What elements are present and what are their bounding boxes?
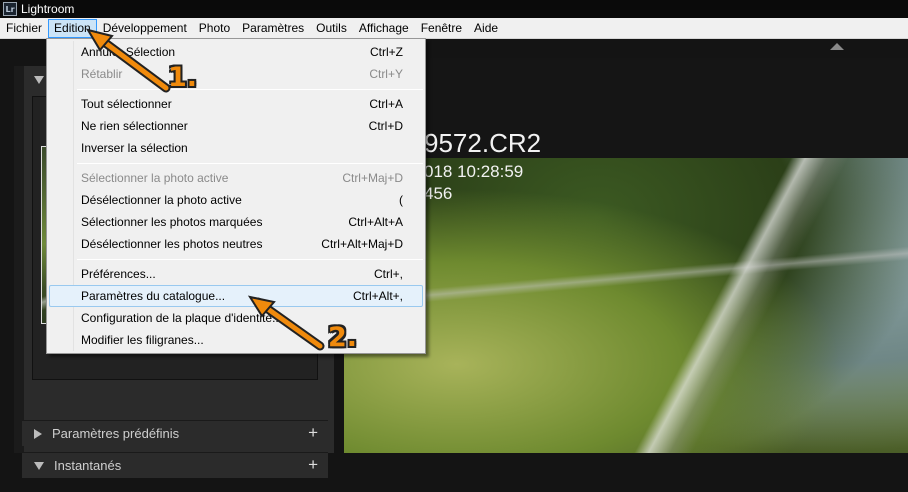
panel-presets-label: Paramètres prédéfinis [52, 426, 180, 441]
menu-item-label: Sélectionner la photo active [81, 171, 229, 185]
menu-item-shortcut: Ctrl+Alt+, [352, 289, 403, 303]
annotation-step-1-label: 1. [168, 62, 198, 93]
menu-item-label: Sélectionner les photos marquées [81, 215, 263, 229]
photo-filename: 9572.CR2 [424, 128, 542, 158]
menu-fenetre[interactable]: Fenêtre [415, 19, 468, 38]
menu-item-catalog-settings[interactable]: Paramètres du catalogue... Ctrl+Alt+, [49, 285, 423, 307]
photo-iso: 456 [424, 184, 453, 203]
menu-bar: Fichier Edition Développement Photo Para… [0, 18, 908, 39]
menu-item-shortcut: Ctrl+Y [369, 67, 403, 81]
menu-item-shortcut: ( [399, 193, 403, 207]
expand-triangle-icon [34, 76, 44, 84]
panel-presets[interactable]: Paramètres prédéfinis + [22, 420, 328, 446]
menu-item-label: Ne rien sélectionner [81, 119, 188, 133]
add-snapshot-plus-icon[interactable]: + [308, 455, 318, 475]
edition-dropdown-menu: Annuler Sélection Ctrl+Z Rétablir Ctrl+Y… [46, 38, 426, 354]
menu-edition[interactable]: Edition [48, 18, 97, 38]
menu-item-shortcut: Ctrl+Alt+Maj+D [321, 237, 403, 251]
menu-item-label: Désélectionner la photo active [81, 193, 242, 207]
menu-item-select-none[interactable]: Ne rien sélectionner Ctrl+D [49, 115, 423, 137]
menu-item-shortcut: Ctrl+Maj+D [342, 171, 403, 185]
menu-item-redo[interactable]: Rétablir Ctrl+Y [49, 63, 423, 85]
panel-snapshots[interactable]: Instantanés + [22, 452, 328, 478]
menu-item-shortcut: Ctrl+, [373, 267, 403, 281]
photo-capture-date: 018 10:28:59 [424, 162, 524, 181]
menu-parametres[interactable]: Paramètres [236, 19, 310, 38]
lightroom-app-icon: Lr [3, 2, 17, 16]
menu-fichier[interactable]: Fichier [0, 19, 48, 38]
menu-separator [77, 89, 423, 90]
add-preset-plus-icon[interactable]: + [308, 423, 318, 443]
menu-item-identity-plate[interactable]: Configuration de la plaque d'identité... [49, 307, 423, 329]
menu-item-select-flagged[interactable]: Sélectionner les photos marquées Ctrl+Al… [49, 211, 423, 233]
menu-item-select-active-photo[interactable]: Sélectionner la photo active Ctrl+Maj+D [49, 167, 423, 189]
menu-item-label: Rétablir [81, 67, 123, 81]
expanded-triangle-icon [34, 461, 44, 470]
menu-item-label: Tout sélectionner [81, 97, 172, 111]
menu-item-label: Préférences... [81, 267, 156, 281]
annotation-step-2-label: 2. [328, 322, 358, 353]
left-panel-scrollbar[interactable] [14, 66, 24, 453]
menu-separator [77, 259, 423, 260]
menu-separator [77, 163, 423, 164]
window-titlebar: Lr Lightroom [0, 0, 908, 18]
menu-outils[interactable]: Outils [310, 19, 353, 38]
menu-item-deselect-unflagged[interactable]: Désélectionner les photos neutres Ctrl+A… [49, 233, 423, 255]
collapsed-triangle-icon [34, 428, 42, 439]
menu-item-invert-selection[interactable]: Inverser la sélection [49, 137, 423, 159]
panel-snapshots-label: Instantanés [54, 458, 122, 473]
menu-item-label: Configuration de la plaque d'identité... [81, 311, 283, 325]
menu-item-label: Annuler Sélection [81, 45, 176, 59]
collapse-top-panel-icon[interactable] [830, 43, 844, 50]
menu-developpement[interactable]: Développement [97, 19, 193, 38]
menu-item-select-all[interactable]: Tout sélectionner Ctrl+A [49, 93, 423, 115]
menu-item-label: Inverser la sélection [81, 141, 188, 155]
window-title: Lightroom [21, 2, 75, 16]
menu-item-shortcut: Ctrl+A [369, 97, 403, 111]
menu-item-deselect-active-photo[interactable]: Désélectionner la photo active ( [49, 189, 423, 211]
menu-item-label: Paramètres du catalogue... [81, 289, 226, 303]
menu-item-label: Modifier les filigranes... [81, 333, 204, 347]
menu-item-label: Désélectionner les photos neutres [81, 237, 263, 251]
menu-item-shortcut: Ctrl+D [368, 119, 403, 133]
menu-item-shortcut: Ctrl+Z [370, 45, 403, 59]
menu-item-shortcut: Ctrl+Alt+A [348, 215, 403, 229]
menu-aide[interactable]: Aide [468, 19, 504, 38]
menu-item-preferences[interactable]: Préférences... Ctrl+, [49, 263, 423, 285]
menu-item-edit-watermarks[interactable]: Modifier les filigranes... [49, 329, 423, 351]
menu-affichage[interactable]: Affichage [353, 19, 415, 38]
menu-photo[interactable]: Photo [193, 19, 236, 38]
menu-item-undo[interactable]: Annuler Sélection Ctrl+Z [49, 41, 423, 63]
